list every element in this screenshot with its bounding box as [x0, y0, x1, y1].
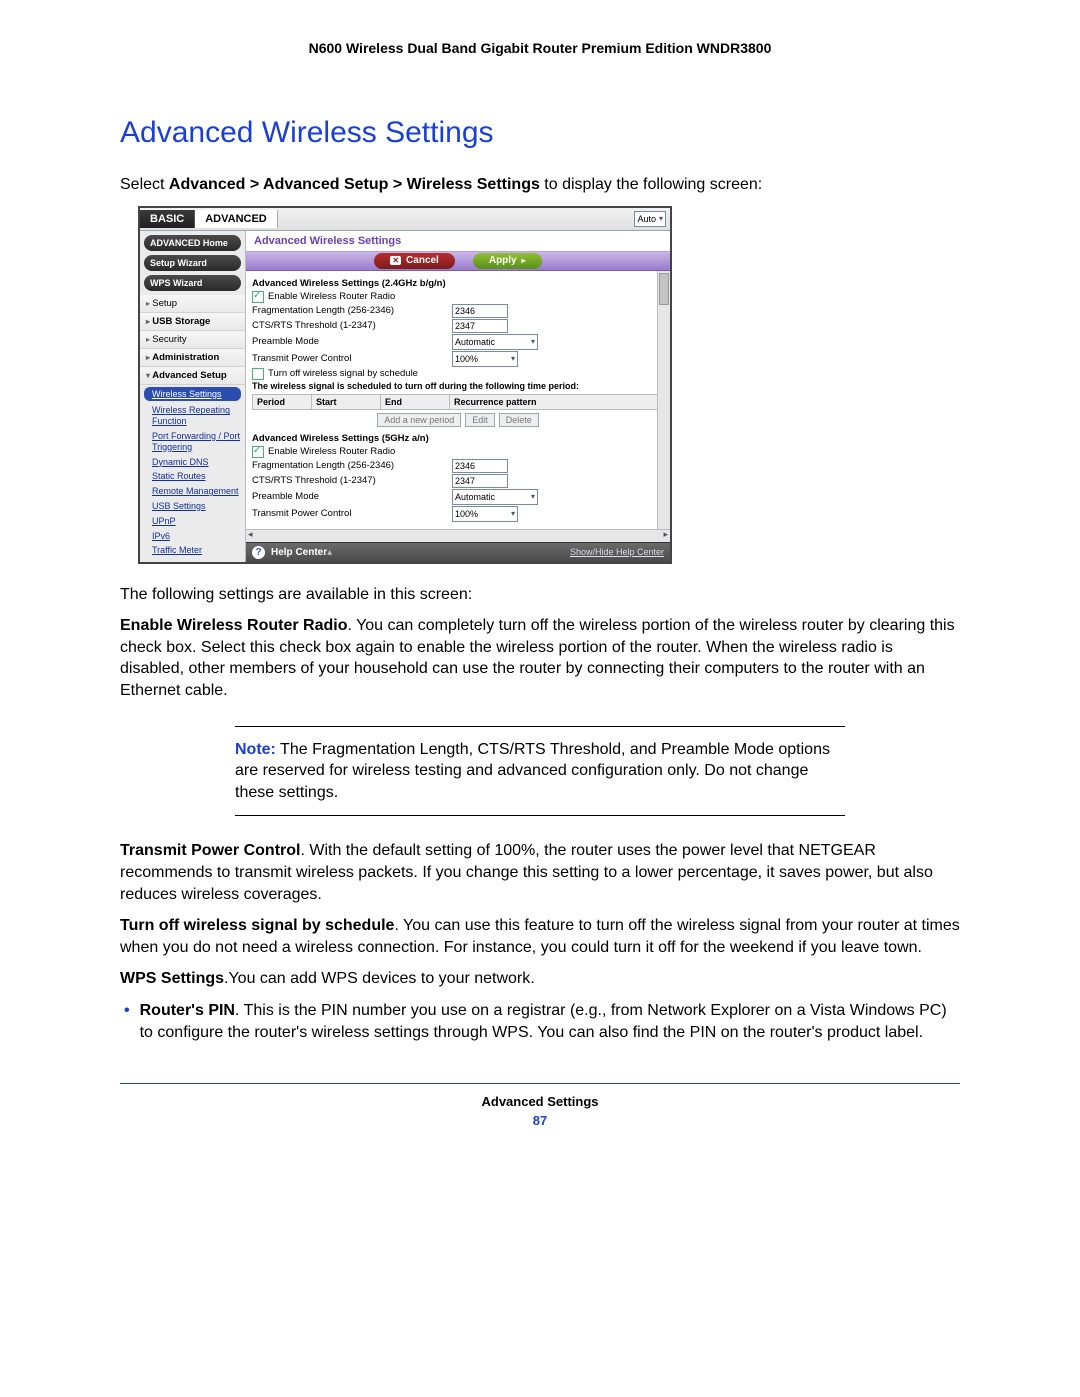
wps-paragraph: WPS Settings.You can add WPS devices to … [120, 968, 960, 990]
tpc-24-label: Transmit Power Control [252, 353, 452, 364]
col-start: Start [312, 395, 381, 409]
routers-pin-text: . This is the PIN number you use on a re… [140, 1002, 947, 1041]
preamble-5-select[interactable]: Automatic [452, 489, 538, 505]
note-box: Note: The Fragmentation Length, CTS/RTS … [235, 726, 845, 817]
tpc-label: Transmit Power Control [120, 842, 300, 859]
enable-radio-label: Enable Wireless Router Radio [120, 617, 347, 634]
cancel-button[interactable]: Cancel [374, 253, 455, 269]
ui-content: Advanced Wireless Settings (2.4GHz b/g/n… [246, 271, 670, 529]
sidebar-sub-wireless-settings[interactable]: Wireless Settings [144, 387, 241, 402]
bullet-icon: • [124, 1000, 130, 1043]
ui-main-title: Advanced Wireless Settings [246, 231, 670, 251]
cts-5-label: CTS/RTS Threshold (1-2347) [252, 475, 452, 486]
preamble-5-label: Preamble Mode [252, 491, 452, 502]
sidebar-sub-wireless-repeating[interactable]: Wireless Repeating Function [140, 403, 245, 429]
col-period: Period [253, 395, 312, 409]
schedule-note: The wireless signal is scheduled to turn… [252, 381, 579, 391]
sidebar-sub-usb-settings[interactable]: USB Settings [140, 499, 245, 514]
intro-post: to display the following screen: [540, 176, 762, 193]
sidebar-item-advanced-setup[interactable]: Advanced Setup [140, 367, 245, 385]
sidebar-item-security[interactable]: Security [140, 331, 245, 349]
add-period-button[interactable]: Add a new period [377, 413, 461, 427]
enable-radio-24-label: Enable Wireless Router Radio [268, 291, 468, 302]
intro-paragraph: Select Advanced > Advanced Setup > Wirel… [120, 174, 960, 196]
help-center-label: Help Center [271, 547, 327, 558]
show-hide-help-link[interactable]: Show/Hide Help Center [570, 547, 664, 557]
sidebar-sub-upnp[interactable]: UPnP [140, 514, 245, 529]
schedule-table-header: Period Start End Recurrence pattern [252, 394, 664, 410]
enable-radio-paragraph: Enable Wireless Router Radio. You can co… [120, 615, 960, 701]
enable-radio-5-checkbox[interactable] [252, 446, 264, 458]
apply-button[interactable]: Apply [473, 253, 542, 269]
section-title: Advanced Wireless Settings [120, 116, 960, 150]
sidebar-item-usb-storage[interactable]: USB Storage [140, 313, 245, 331]
sidebar-sub-traffic-meter[interactable]: Traffic Meter [140, 543, 245, 558]
sidebar-item-setup[interactable]: Setup [140, 295, 245, 313]
col-end: End [381, 395, 450, 409]
sidebar-sub-dynamic-dns[interactable]: Dynamic DNS [140, 455, 245, 470]
tpc-24-select[interactable]: 100% [452, 351, 518, 367]
ui-sidebar: ADVANCED Home Setup Wizard WPS Wizard Se… [140, 231, 246, 562]
turnoff-schedule-checkbox[interactable] [252, 368, 264, 380]
ui-topbar: BASIC ADVANCED Auto [140, 208, 670, 231]
group-24ghz-title: Advanced Wireless Settings (2.4GHz b/g/n… [252, 278, 664, 289]
sidebar-item-wps-wizard[interactable]: WPS Wizard [144, 275, 241, 291]
wps-text: .You can add WPS devices to your network… [224, 970, 535, 987]
intro-path: Advanced > Advanced Setup > Wireless Set… [169, 176, 540, 193]
tpc-paragraph: Transmit Power Control. With the default… [120, 840, 960, 905]
note-text: The Fragmentation Length, CTS/RTS Thresh… [235, 741, 830, 801]
enable-radio-5-label: Enable Wireless Router Radio [268, 446, 468, 457]
frag-5-label: Fragmentation Length (256-2346) [252, 460, 452, 471]
sidebar-sub-remote-management[interactable]: Remote Management [140, 484, 245, 499]
wps-label: WPS Settings [120, 970, 224, 987]
tab-advanced[interactable]: ADVANCED [195, 210, 278, 228]
preamble-24-select[interactable]: Automatic [452, 334, 538, 350]
sidebar-item-advanced-home[interactable]: ADVANCED Home [144, 235, 241, 251]
frag-5-input[interactable] [452, 459, 508, 473]
doc-header: N600 Wireless Dual Band Gigabit Router P… [120, 40, 960, 56]
schedule-off-paragraph: Turn off wireless signal by schedule. Yo… [120, 915, 960, 958]
sidebar-item-setup-wizard[interactable]: Setup Wizard [144, 255, 241, 271]
help-expand-icon[interactable]: ▴ [327, 547, 330, 558]
sidebar-sub-ipv6[interactable]: IPv6 [140, 529, 245, 544]
cts-24-label: CTS/RTS Threshold (1-2347) [252, 320, 452, 331]
horizontal-scrollbar[interactable] [246, 529, 670, 542]
frag-24-input[interactable] [452, 304, 508, 318]
sidebar-sub-port-forwarding[interactable]: Port Forwarding / Port Triggering [140, 429, 245, 455]
preamble-24-label: Preamble Mode [252, 336, 452, 347]
delete-period-button[interactable]: Delete [499, 413, 539, 427]
footer-page-number: 87 [120, 1113, 960, 1128]
col-recurrence: Recurrence pattern [450, 395, 663, 409]
ui-button-bar: Cancel Apply [246, 251, 670, 271]
language-select[interactable]: Auto [634, 211, 666, 227]
tpc-5-select[interactable]: 100% [452, 506, 518, 522]
footer-rule [120, 1083, 960, 1084]
help-center-bar: ? Help Center ▴ Show/Hide Help Center [246, 542, 670, 562]
routers-pin-label: Router's PIN [140, 1002, 235, 1019]
routers-pin-bullet: • Router's PIN. This is the PIN number y… [120, 1000, 960, 1043]
schedule-off-label: Turn off wireless signal by schedule [120, 917, 394, 934]
turnoff-schedule-label: Turn off wireless signal by schedule [268, 368, 418, 379]
vertical-scrollbar[interactable] [657, 271, 670, 529]
help-icon: ? [252, 546, 265, 559]
enable-radio-24-checkbox[interactable] [252, 291, 264, 303]
footer-label: Advanced Settings [120, 1094, 960, 1109]
frag-24-label: Fragmentation Length (256-2346) [252, 305, 452, 316]
cts-24-input[interactable] [452, 319, 508, 333]
cts-5-input[interactable] [452, 474, 508, 488]
edit-period-button[interactable]: Edit [465, 413, 495, 427]
tab-basic[interactable]: BASIC [140, 210, 195, 228]
router-ui-screenshot: BASIC ADVANCED Auto ADVANCED Home Setup … [138, 206, 672, 564]
available-settings-paragraph: The following settings are available in … [120, 584, 960, 606]
sidebar-item-administration[interactable]: Administration [140, 349, 245, 367]
group-5ghz-title: Advanced Wireless Settings (5GHz a/n) [252, 433, 664, 444]
tpc-5-label: Transmit Power Control [252, 508, 452, 519]
note-label: Note: [235, 741, 276, 758]
sidebar-sub-static-routes[interactable]: Static Routes [140, 469, 245, 484]
intro-pre: Select [120, 176, 169, 193]
